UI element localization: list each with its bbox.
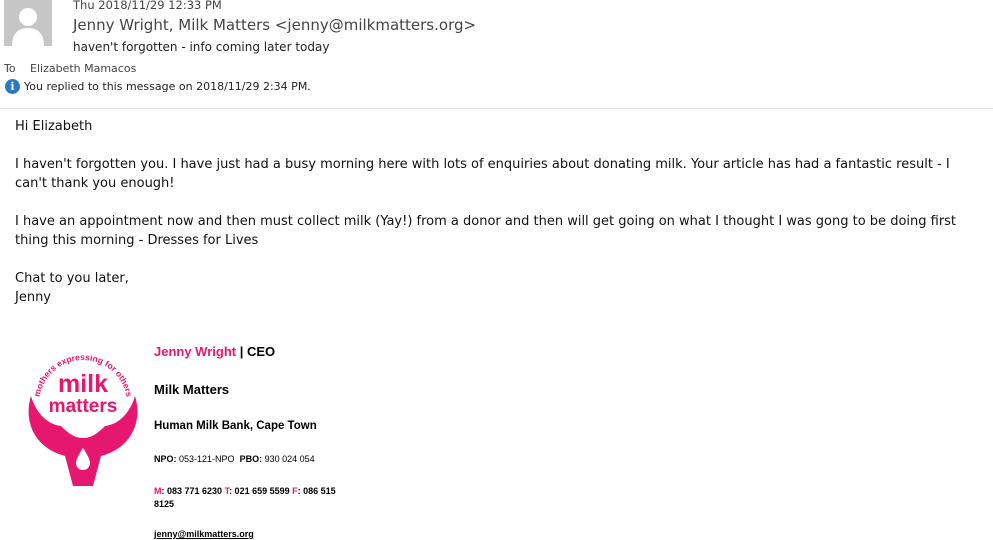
body-paragraph: I haven't forgotten you. I have just had… [15,157,950,191]
mobile-value: : 083 771 6230 [161,486,225,496]
pbo-label: PBO: [239,454,263,464]
svg-text:matters: matters [49,396,118,417]
milk-matters-logo: mothers expressing for others milk matte… [25,352,141,486]
fax-value: : 086 515 [297,486,336,496]
sender-avatar [4,0,52,46]
npo-label: NPO: [154,454,177,464]
signature-phones: M: 083 771 6230 T: 021 659 5599 F: 086 5… [154,485,336,511]
signature-name-line: Jenny Wright | CEO [154,344,275,359]
header-divider [0,108,993,109]
reply-info-bar[interactable]: i You replied to this message on 2018/11… [5,79,311,94]
body-paragraph: I have an appointment now and then must … [15,214,957,248]
signature-name: Jenny Wright [154,344,237,359]
svg-text:milk: milk [58,370,108,398]
signature-separator: | [236,344,247,359]
tel-value: : 021 659 5599 [229,486,293,496]
info-icon: i [5,79,20,94]
closing-line: Chat to you later, [15,271,129,286]
pbo-value: 930 024 054 [264,454,315,464]
closing-name: Jenny [15,290,52,305]
signature-registration: NPO: 053-121-NPO PBO: 930 024 054 [154,454,315,464]
recipient-name[interactable]: Elizabeth Mamacos [30,62,136,75]
mobile-label: M [154,486,162,496]
to-label: To [4,62,16,75]
reply-info-text: You replied to this message on 2018/11/2… [24,80,311,93]
sender-name[interactable]: Jenny Wright, Milk Matters <jenny@milkma… [73,16,476,34]
fax-value-cont: 8125 [154,499,175,509]
message-body: Hi Elizabeth I haven't forgotten you. I … [15,117,985,307]
signature-org: Milk Matters [154,382,230,397]
signature-email-link[interactable]: jenny@milkmatters.org [154,529,254,539]
greeting: Hi Elizabeth [15,119,93,134]
message-date: Thu 2018/11/29 12:33 PM [73,0,222,12]
message-subject: haven't forgotten - info coming later to… [73,40,330,54]
signature-title: CEO [246,344,276,359]
npo-value: 053-121-NPO [179,454,235,464]
signature-address: Human Milk Bank, Cape Town [154,420,317,432]
